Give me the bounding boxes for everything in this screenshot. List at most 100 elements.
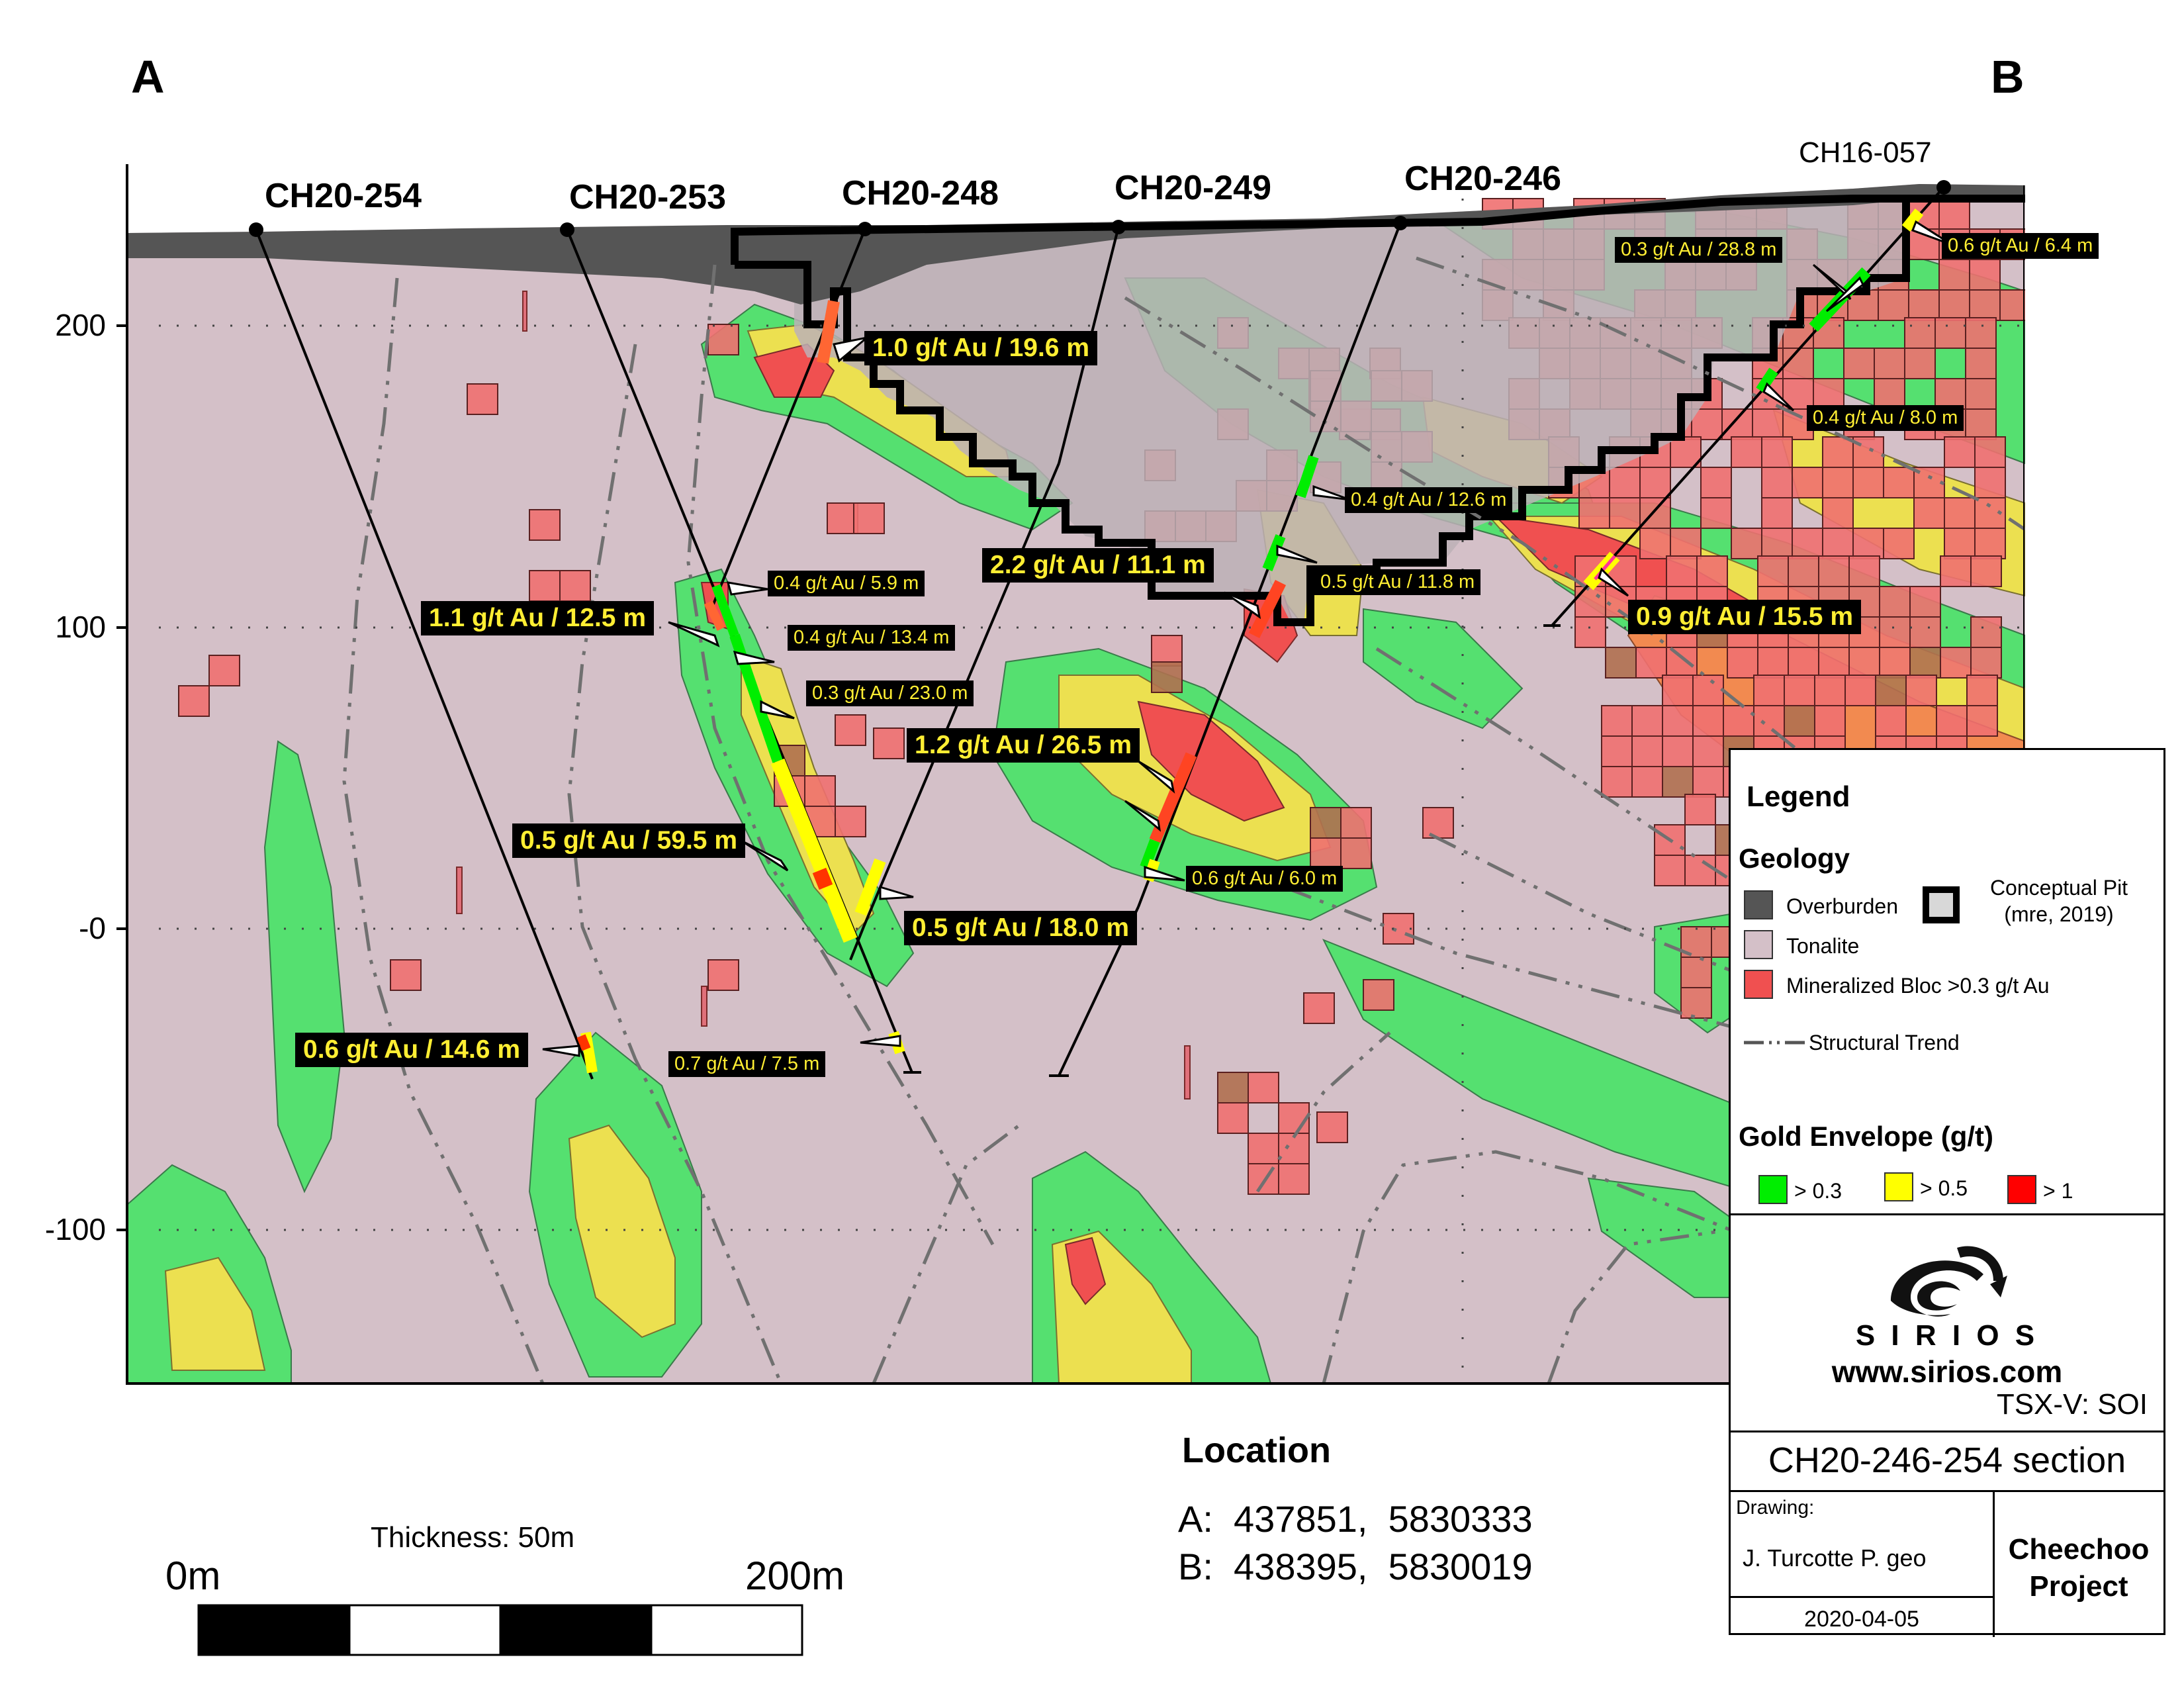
- mineralized-block: [1883, 528, 1915, 559]
- mineralized-block: [707, 959, 739, 991]
- mineralized-block-swatch: [1744, 970, 1773, 999]
- envelope-low-label: > 0.3: [1794, 1179, 1843, 1203]
- mineralized-block: [1969, 259, 2001, 291]
- location-b-coords: B: 438395, 5830019: [1178, 1546, 1533, 1587]
- mineralized-block: [1757, 647, 1789, 679]
- mineralized-block: [1422, 807, 1454, 839]
- mineralized-block: [1310, 837, 1342, 869]
- mineralized-block: [1970, 647, 2002, 679]
- mineralized-block: [1970, 616, 2002, 648]
- drawing-date: 2020-04-05: [1804, 1607, 1919, 1632]
- mineralized-block: [1822, 436, 1854, 468]
- structural-trend-label: Structural Trend: [1809, 1031, 1960, 1055]
- mineralized-block: [529, 570, 561, 602]
- intercept-label: 0.4 g/t Au / 12.6 m: [1345, 487, 1513, 513]
- mineralized-block: [1574, 586, 1606, 618]
- section-end-b-label: B: [1991, 51, 2025, 103]
- elevation-tick-label: 100: [55, 610, 106, 644]
- mineralized-block: [1818, 555, 1850, 587]
- mineralized-block: [1909, 586, 1941, 618]
- mineralized-block: [1340, 807, 1372, 839]
- mineralized-block: [1574, 616, 1606, 648]
- mineralized-block: [1310, 807, 1342, 839]
- mineralized-block: [1936, 705, 1968, 737]
- intercept-label: 1.0 g/t Au / 19.6 m: [864, 331, 1097, 365]
- intercept-label: 0.5 g/t Au / 18.0 m: [904, 911, 1137, 945]
- mineralized-block: [1631, 766, 1663, 798]
- mineralized-block: [1761, 497, 1793, 529]
- conceptual-pit-swatch: [1923, 886, 1960, 923]
- mineralized-block: [1631, 705, 1663, 737]
- mineralized-block: [1814, 705, 1846, 737]
- mineralized-block: [1692, 705, 1724, 737]
- mineralized-block: [1878, 289, 1909, 321]
- tonalite-label: Tonalite: [1786, 934, 1860, 958]
- mineralized-block: [1692, 766, 1724, 798]
- mineralized-block-label: Mineralized Bloc >0.3 g/t Au: [1786, 974, 2050, 998]
- mineralized-block: [1822, 528, 1854, 559]
- mineralized-block: [1601, 705, 1633, 737]
- scale-end-label: 200m: [745, 1554, 845, 1598]
- mineralized-block: [1723, 705, 1754, 737]
- mineralized-block: [1700, 497, 1732, 529]
- intercept-label: 1.2 g/t Au / 26.5 m: [907, 728, 1140, 763]
- scale-bar-graphic: [197, 1604, 803, 1656]
- website-link[interactable]: www.sirios.com: [1731, 1354, 2163, 1389]
- section-title: CH20-246-254 section: [1768, 1440, 2126, 1480]
- mineralized-block: [1666, 647, 1698, 679]
- mineralized-block: [1792, 467, 1823, 498]
- mineralized-block: [1340, 837, 1372, 869]
- intercept-label: 0.6 g/t Au / 6.0 m: [1186, 866, 1343, 892]
- mineralized-block: [1752, 408, 1784, 440]
- mineralized-block: [1965, 348, 1997, 379]
- mineralized-block: [804, 775, 836, 807]
- tonalite-swatch: [1744, 930, 1773, 959]
- mineralized-block: [1363, 979, 1394, 1011]
- mineralized-block: [1969, 289, 2001, 321]
- mineralized-block: [1601, 766, 1633, 798]
- mineralized-block: [1822, 467, 1854, 498]
- mineralized-block: [1696, 555, 1728, 587]
- mineralized-block: [1904, 317, 1936, 349]
- mineralized-block: [1662, 705, 1694, 737]
- mineralized-block: [1940, 555, 1972, 587]
- mineralized-block: [1316, 1111, 1348, 1143]
- intercept-label: 0.7 g/t Au / 7.5 m: [668, 1051, 826, 1077]
- mineralized-block: [1639, 467, 1671, 498]
- ticker-label: TSX-V: SOI: [1996, 1388, 2148, 1421]
- mineralized-block: [1905, 675, 1937, 706]
- intercept-label: 0.3 g/t Au / 23.0 m: [806, 680, 974, 706]
- mineralized-block: [1913, 497, 1945, 529]
- mineralized-block: [1883, 467, 1915, 498]
- drill-hole-label: CH16-057: [1799, 136, 1932, 169]
- mineralized-block: [1944, 528, 1976, 559]
- mineralized-block: [1938, 289, 1970, 321]
- gold-envelope-title: Gold Envelope (g/t): [1739, 1121, 1993, 1152]
- mineralized-block: [1753, 675, 1785, 706]
- mineralized-block: [1578, 497, 1610, 529]
- intercept-label: 0.5 g/t Au / 11.8 m: [1314, 569, 1481, 595]
- mineralized-block: [1670, 528, 1702, 559]
- mineralized-block: [1852, 528, 1884, 559]
- intercept-label: 0.6 g/t Au / 6.4 m: [1942, 233, 2099, 259]
- mineralized-block: [1639, 528, 1671, 559]
- intercept-label: 0.4 g/t Au / 8.0 m: [1807, 405, 1964, 431]
- sirios-wordmark: S I R I O S: [1855, 1319, 2039, 1352]
- mineralized-block: [1974, 436, 2006, 468]
- mineralized-block: [1662, 766, 1694, 798]
- mineralized-block: [1904, 348, 1936, 379]
- mineralized-block: [1938, 259, 1970, 291]
- mineralized-block: [1727, 647, 1758, 679]
- scale-start-label: 0m: [165, 1554, 221, 1598]
- mineralized-block: [1666, 555, 1698, 587]
- structural-trend-swatch: [1744, 1041, 1805, 1045]
- elevation-tick-label: 200: [55, 308, 106, 342]
- mineralized-block: [1631, 735, 1663, 767]
- drill-hole-label: CH20-253: [569, 178, 727, 216]
- mineralized-block: [1852, 436, 1884, 468]
- mineralized-block: [1731, 436, 1762, 468]
- mineralized-block: [1909, 616, 1941, 648]
- drawing-label: Drawing:: [1736, 1497, 1815, 1519]
- mineralized-block: [1635, 647, 1667, 679]
- mineralized-block: [835, 714, 866, 746]
